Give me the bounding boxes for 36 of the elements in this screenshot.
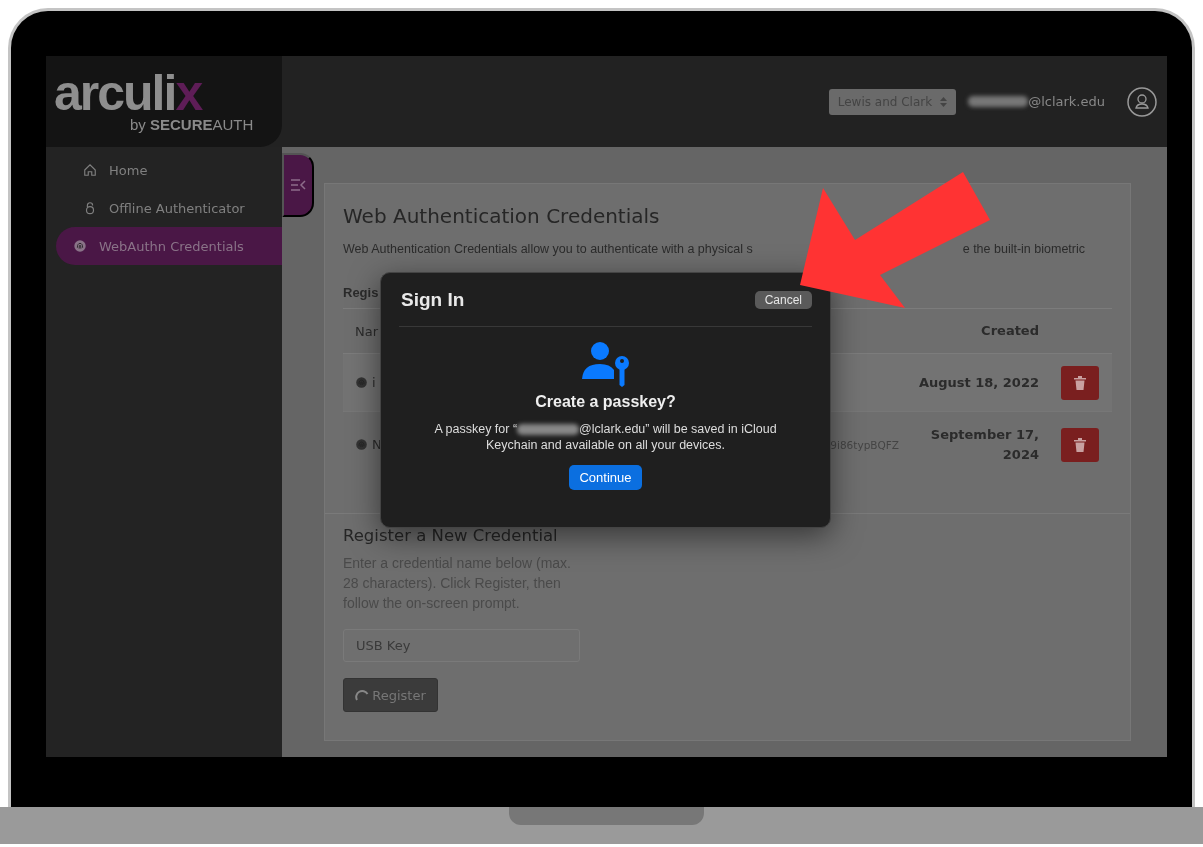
- person-key-icon: [579, 339, 632, 389]
- table-cell: August 18, 2022: [918, 374, 1039, 390]
- sidebar-item[interactable]: Home: [56, 151, 282, 189]
- dialog-title: Sign In: [401, 288, 465, 311]
- description-text: e the built-in biometric: [962, 242, 1085, 256]
- logo: arculix: [54, 68, 202, 118]
- delete-button[interactable]: [1061, 365, 1099, 400]
- fingerprint-icon: [73, 239, 87, 253]
- collapse-menu-icon: [290, 179, 306, 191]
- cancel-button[interactable]: Cancel: [754, 290, 812, 309]
- collapse-sidebar-button[interactable]: [282, 153, 314, 217]
- section-label: Regis: [343, 285, 379, 300]
- register-title: Register a New Credential: [343, 526, 559, 545]
- table-cell: September 17, 2024: [930, 426, 1039, 462]
- dialog-message: A passkey for “ @lclark.edu” will be saved in iCloud Keychain and available on all your devices.: [433, 421, 778, 453]
- home-icon: [83, 163, 97, 177]
- column-header: Created: [981, 323, 1039, 338]
- column-header: Nar: [355, 323, 379, 339]
- fingerprint-icon: [355, 376, 368, 389]
- sidebar-item[interactable]: WebAuthn Credentials: [56, 227, 282, 265]
- dialog-heading: Create a passkey?: [535, 393, 676, 411]
- continue-button[interactable]: Continue: [569, 465, 642, 490]
- sort-arrows-icon: [940, 96, 948, 107]
- spinner-icon: [355, 688, 370, 702]
- trash-icon: [1074, 437, 1086, 452]
- sidebar-item[interactable]: Offline Authenticator: [56, 189, 282, 227]
- user-email: @lclark.edu: [968, 94, 1105, 109]
- register-button[interactable]: Register: [343, 678, 438, 712]
- trash-icon: [1074, 375, 1086, 390]
- lock-icon: [83, 201, 97, 215]
- fingerprint-icon: [355, 438, 368, 451]
- delete-button[interactable]: [1061, 427, 1099, 462]
- user-avatar-icon[interactable]: [1127, 86, 1157, 117]
- logo-byline: by SECUREAUTH: [130, 116, 254, 133]
- page-title: Web Authentication Credentials: [343, 204, 661, 228]
- description-text: Web Authentication Credentials allow you to authenticate with a physical s: [343, 242, 753, 256]
